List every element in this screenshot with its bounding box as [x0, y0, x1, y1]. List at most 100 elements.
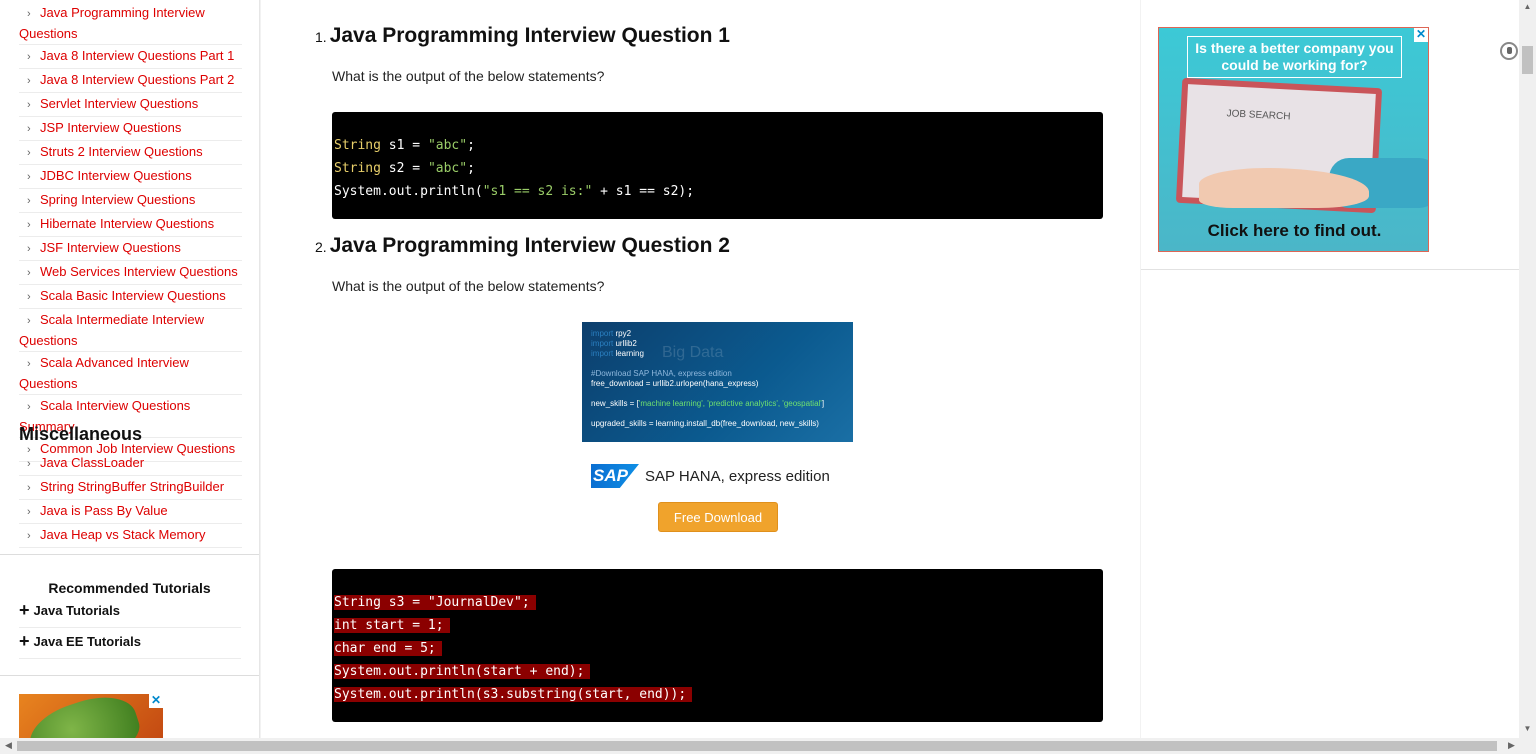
chevron-right-icon: ›	[27, 315, 31, 327]
sidebar-link[interactable]: Java ClassLoader	[40, 455, 144, 470]
code-string: "s1 == s2 is:"	[482, 184, 593, 199]
sidebar-item-pass-by-value: › Java is Pass By Value	[19, 500, 242, 524]
chevron-right-icon: ›	[27, 99, 31, 111]
section-divider	[0, 675, 259, 676]
sidebar-link[interactable]: Struts 2 Interview Questions	[40, 144, 203, 159]
close-icon[interactable]: ✕	[1414, 28, 1428, 42]
chevron-right-icon: ›	[27, 530, 31, 542]
close-icon[interactable]: ✕	[149, 694, 163, 708]
question-number: 2.	[315, 239, 327, 255]
sidebar-link[interactable]: Java 8 Interview Questions Part 1	[40, 48, 234, 63]
job-search-advertisement[interactable]: JOB SEARCH Is there a better company you…	[1158, 27, 1429, 252]
vertical-scrollbar[interactable]: ▲ ▼	[1519, 0, 1536, 738]
banner-code-string: 'machine learning', 'predictive analytic…	[638, 399, 822, 408]
banner-code-text: new_skills = [	[591, 399, 639, 408]
sidebar-item-java8-part2: › Java 8 Interview Questions Part 2	[19, 69, 242, 93]
sidebar-item-classloader: › Java ClassLoader	[19, 452, 242, 476]
sidebar-link[interactable]: Scala Basic Interview Questions	[40, 288, 226, 303]
chevron-right-icon: ›	[27, 8, 31, 20]
page: › Java Programming Interview Questions › J…	[0, 0, 1536, 754]
sidebar-item-jsf: › JSF Interview Questions	[19, 237, 242, 261]
code-line: String s1 = "abc";	[332, 134, 1103, 157]
sidebar-link[interactable]: Scala Intermediate Interview Questions	[19, 312, 204, 348]
sidebar-link[interactable]: Spring Interview Questions	[40, 192, 195, 207]
code-line: char end = 5;	[332, 637, 1103, 660]
banner-code-line: free_download = urllib2.urlopen(hana_exp…	[591, 379, 759, 388]
sidebar-link[interactable]: Java is Pass By Value	[40, 503, 168, 518]
sidebar-link[interactable]: Java Programming Interview Questions	[19, 5, 205, 41]
banner-code-text: ]	[821, 399, 825, 408]
code-keyword: String	[334, 138, 381, 153]
banner-code-keyword: import	[591, 339, 614, 348]
code-line: String s2 = "abc";	[332, 157, 1103, 180]
sap-banner-image: Big Data import rpy2 import urllib2 impo…	[582, 322, 853, 442]
chevron-right-icon: ›	[27, 123, 31, 135]
chevron-right-icon: ›	[27, 358, 31, 370]
chevron-right-icon: ›	[27, 291, 31, 303]
banner-code-keyword: import	[591, 329, 614, 338]
sidebar-link[interactable]: Hibernate Interview Questions	[40, 216, 214, 231]
sidebar-item-jsp: › JSP Interview Questions	[19, 117, 242, 141]
horizontal-scrollbar[interactable]: ◀ ▶	[0, 738, 1536, 754]
ad-call-to-action[interactable]: Click here to find out.	[1159, 221, 1428, 241]
code-text: + s1 == s2);	[592, 184, 695, 199]
feedback-icon[interactable]	[1500, 42, 1518, 60]
sidebar-link[interactable]: Servlet Interview Questions	[40, 96, 198, 111]
sidebar-link[interactable]: Java 8 Interview Questions Part 2	[40, 72, 234, 87]
chevron-right-icon: ›	[27, 482, 31, 494]
free-download-button[interactable]: Free Download	[658, 502, 778, 532]
sidebar-item-web-services: › Web Services Interview Questions	[19, 261, 242, 285]
code-string: "abc"	[427, 138, 468, 153]
code-text: s1 =	[380, 138, 428, 153]
chevron-right-icon: ›	[27, 219, 31, 231]
banner-code-line: upgraded_skills = learning.install_db(fr…	[591, 419, 819, 428]
job-search-screen-text: JOB SEARCH	[1226, 108, 1291, 123]
banner-code-line: import urllib2	[591, 339, 637, 348]
leaf-image	[22, 694, 146, 738]
banner-code-text: rpy2	[613, 329, 632, 338]
sap-product-name: SAP HANA, express edition	[645, 468, 830, 485]
question-1-text: What is the output of the below statemen…	[332, 68, 605, 84]
interview-questions-list: › Java Programming Interview Questions › J…	[0, 2, 259, 462]
question-2-text: What is the output of the below statemen…	[332, 278, 605, 294]
sidebar-item-struts2: › Struts 2 Interview Questions	[19, 141, 242, 165]
sidebar-link[interactable]: Web Services Interview Questions	[40, 264, 238, 279]
scroll-down-icon[interactable]: ▼	[1519, 724, 1536, 733]
sidebar-link[interactable]: String StringBuffer StringBuilder	[40, 479, 224, 494]
code-block-2: String s3 = "JournalDev"; int start = 1;…	[332, 569, 1103, 722]
sidebar-item-heap-vs-stack: › Java Heap vs Stack Memory	[19, 524, 242, 548]
chevron-right-icon: ›	[27, 195, 31, 207]
sidebar-link[interactable]: JSF Interview Questions	[40, 240, 181, 255]
sidebar-item-java8-part1: › Java 8 Interview Questions Part 1	[19, 45, 242, 69]
horizontal-scroll-thumb[interactable]	[17, 741, 1497, 751]
sidebar-item-string-buffer: › String StringBuffer StringBuilder	[19, 476, 242, 500]
sidebar-item-java-programming: › Java Programming Interview Questions	[19, 2, 242, 45]
sidebar-item-scala-advanced: › Scala Advanced Interview Questions	[19, 352, 242, 395]
banner-code-keyword: import	[591, 349, 614, 358]
recommended-item-java-tutorials[interactable]: + Java Tutorials	[19, 600, 241, 628]
sap-advertisement[interactable]: Big Data import rpy2 import urllib2 impo…	[582, 322, 853, 542]
plus-icon: +	[19, 600, 30, 620]
question-2-heading: 2. Java Programming Interview Question 2	[315, 234, 730, 258]
code-line: String s3 = "JournalDev";	[332, 591, 1103, 614]
banner-code-line: import learning	[591, 349, 644, 358]
scroll-right-icon[interactable]: ▶	[1508, 740, 1515, 751]
miscellaneous-list: › Java ClassLoader › String StringBuffer S…	[0, 452, 259, 548]
sidebar-link[interactable]: JDBC Interview Questions	[40, 168, 192, 183]
sidebar-advertisement[interactable]: ✕	[19, 694, 163, 738]
chevron-right-icon: ›	[27, 401, 31, 413]
scroll-up-icon[interactable]: ▲	[1519, 2, 1536, 11]
recommended-item-java-ee-tutorials[interactable]: + Java EE Tutorials	[19, 631, 241, 659]
ad-headline: Is there a better company you could be w…	[1187, 36, 1402, 78]
scroll-left-icon[interactable]: ◀	[5, 740, 12, 751]
banner-code-line: new_skills = ['machine learning', 'predi…	[591, 399, 824, 408]
code-string: "abc"	[427, 161, 468, 176]
chevron-right-icon: ›	[27, 147, 31, 159]
chevron-right-icon: ›	[27, 267, 31, 279]
sidebar-link[interactable]: Java Heap vs Stack Memory	[40, 527, 205, 542]
sidebar-link[interactable]: JSP Interview Questions	[40, 120, 181, 135]
banner-code-line: #Download SAP HANA, express edition	[591, 369, 732, 378]
code-keyword: String	[334, 161, 381, 176]
sidebar-link[interactable]: Scala Advanced Interview Questions	[19, 355, 189, 391]
vertical-scroll-thumb[interactable]	[1522, 46, 1533, 74]
